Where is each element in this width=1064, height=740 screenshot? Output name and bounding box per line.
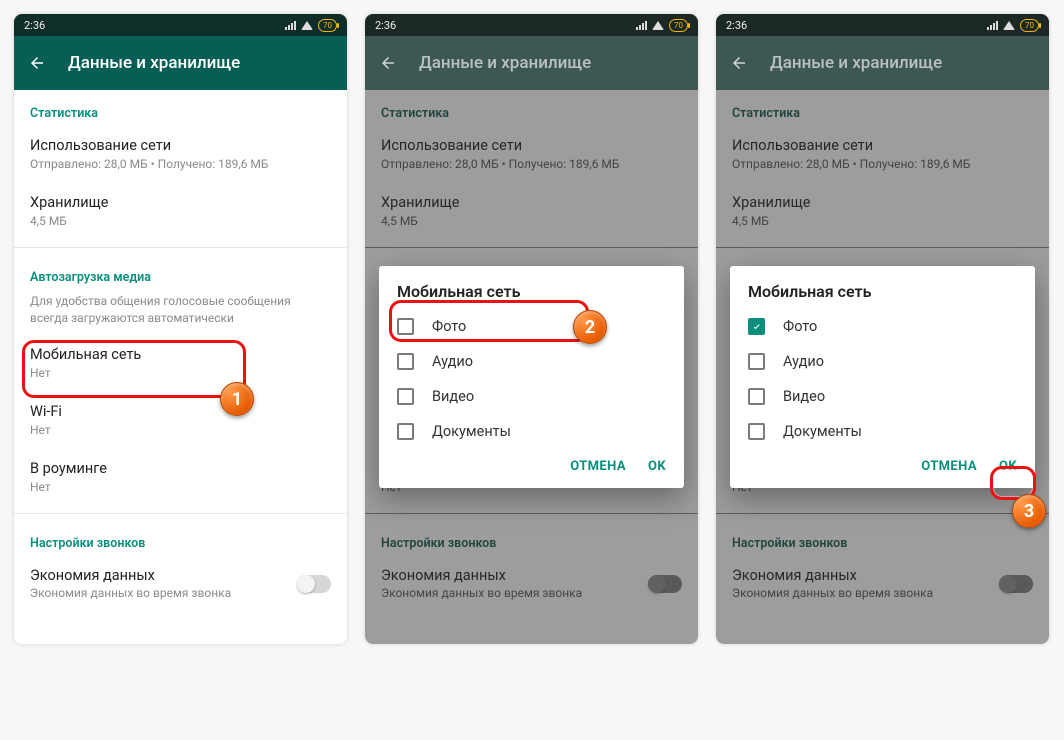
option-photo[interactable]: Фото (730, 309, 1035, 344)
settings-content: Статистика Использование сети Отправлено… (365, 90, 698, 644)
back-icon[interactable] (730, 54, 748, 72)
battery-icon: 70 (669, 19, 688, 32)
item-subtitle: Экономия данных во время звонка (30, 586, 231, 600)
settings-content: Статистика Использование сетиОтправлено:… (716, 90, 1049, 644)
wifi-icon (1003, 21, 1015, 30)
status-time: 2:36 (375, 19, 396, 32)
wifi-icon (301, 21, 313, 30)
section-autodownload: Автозагрузка медиа (14, 254, 347, 291)
settings-content: Статистика Использование сети Отправлено… (14, 90, 347, 644)
item-title: Wi-Fi (30, 403, 331, 420)
item-data-saver[interactable]: Экономия данных Экономия данных во время… (14, 557, 347, 612)
phone-screen-3: 2:36 70 Данные и хранилище Статистика Ис… (716, 14, 1049, 644)
checkbox-documents[interactable] (748, 423, 765, 440)
item-roaming[interactable]: В роуминге Нет (14, 450, 347, 507)
phone-screen-1: 2:36 70 Данные и хранилище Статистика Ис… (14, 14, 347, 644)
status-bar: 2:36 70 (716, 14, 1049, 36)
dialog-ok-button[interactable]: OK (999, 459, 1017, 474)
battery-icon: 70 (1020, 19, 1039, 32)
dialog-ok-button[interactable]: OK (648, 459, 666, 474)
divider (14, 247, 347, 248)
option-video[interactable]: Видео (379, 379, 684, 414)
status-time: 2:36 (726, 19, 747, 32)
annotation-badge-2: 2 (573, 310, 607, 344)
item-subtitle: 4,5 МБ (30, 213, 331, 229)
dialog-mobile-network: Мобильная сеть Фото Аудио Видео Документ… (730, 266, 1035, 488)
dialog-cancel-button[interactable]: ОТМЕНА (570, 459, 626, 474)
option-audio[interactable]: Аудио (379, 344, 684, 379)
item-title: Экономия данных (30, 567, 231, 584)
signal-icon (987, 20, 998, 30)
dialog-title: Мобильная сеть (379, 282, 684, 309)
status-bar: 2:36 70 (365, 14, 698, 36)
item-storage[interactable]: Хранилище 4,5 МБ (14, 184, 347, 241)
section-calls: Настройки звонков (14, 520, 347, 557)
dialog-title: Мобильная сеть (730, 282, 1035, 309)
item-title: Хранилище (30, 194, 331, 211)
checkbox-photo[interactable] (397, 318, 414, 335)
checkbox-audio[interactable] (748, 353, 765, 370)
option-label: Аудио (783, 353, 824, 370)
page-title: Данные и хранилище (770, 53, 942, 73)
status-bar: 2:36 70 (14, 14, 347, 36)
option-label: Видео (432, 388, 474, 405)
dialog-mobile-network: Мобильная сеть Фото Аудио Видео Документ… (379, 266, 684, 488)
wifi-icon (652, 21, 664, 30)
option-video[interactable]: Видео (730, 379, 1035, 414)
app-bar: Данные и хранилище (14, 36, 347, 90)
item-mobile-network[interactable]: Мобильная сеть Нет (14, 336, 347, 393)
item-network-usage[interactable]: Использование сети Отправлено: 28,0 МБ •… (14, 127, 347, 184)
option-label: Фото (432, 318, 466, 335)
autodownload-hint: Для удобства общения голосовые сообщения… (14, 291, 347, 335)
item-title: Мобильная сеть (30, 346, 331, 363)
page-title: Данные и хранилище (419, 53, 591, 73)
option-label: Аудио (432, 353, 473, 370)
switch-data-saver[interactable] (297, 575, 331, 593)
item-subtitle: Отправлено: 28,0 МБ • Получено: 189,6 МБ (30, 156, 331, 172)
item-subtitle: Нет (30, 479, 331, 495)
phone-screen-2: 2:36 70 Данные и хранилище Статистика Ис… (365, 14, 698, 644)
page-title: Данные и хранилище (68, 53, 240, 73)
option-label: Документы (783, 423, 862, 440)
option-label: Видео (783, 388, 825, 405)
option-documents[interactable]: Документы (379, 414, 684, 449)
item-title: Использование сети (30, 137, 331, 154)
battery-icon: 70 (318, 19, 337, 32)
item-wifi[interactable]: Wi-Fi Нет (14, 393, 347, 450)
checkbox-photo[interactable] (748, 318, 765, 335)
option-photo[interactable]: Фото (379, 309, 684, 344)
option-audio[interactable]: Аудио (730, 344, 1035, 379)
item-title: В роуминге (30, 460, 331, 477)
dialog-cancel-button[interactable]: ОТМЕНА (921, 459, 977, 474)
checkbox-audio[interactable] (397, 353, 414, 370)
option-label: Документы (432, 423, 511, 440)
divider (14, 513, 347, 514)
app-bar: Данные и хранилище (716, 36, 1049, 90)
item-subtitle: Нет (30, 365, 331, 381)
checkbox-video[interactable] (748, 388, 765, 405)
signal-icon (285, 20, 296, 30)
back-icon[interactable] (379, 54, 397, 72)
signal-icon (636, 20, 647, 30)
option-label: Фото (783, 318, 817, 335)
annotation-badge-3: 3 (1012, 494, 1046, 528)
section-stats: Статистика (14, 90, 347, 127)
status-time: 2:36 (24, 19, 45, 32)
back-icon[interactable] (28, 54, 46, 72)
checkbox-video[interactable] (397, 388, 414, 405)
item-subtitle: Нет (30, 422, 331, 438)
app-bar: Данные и хранилище (365, 36, 698, 90)
checkbox-documents[interactable] (397, 423, 414, 440)
annotation-badge-1: 1 (220, 382, 254, 416)
option-documents[interactable]: Документы (730, 414, 1035, 449)
